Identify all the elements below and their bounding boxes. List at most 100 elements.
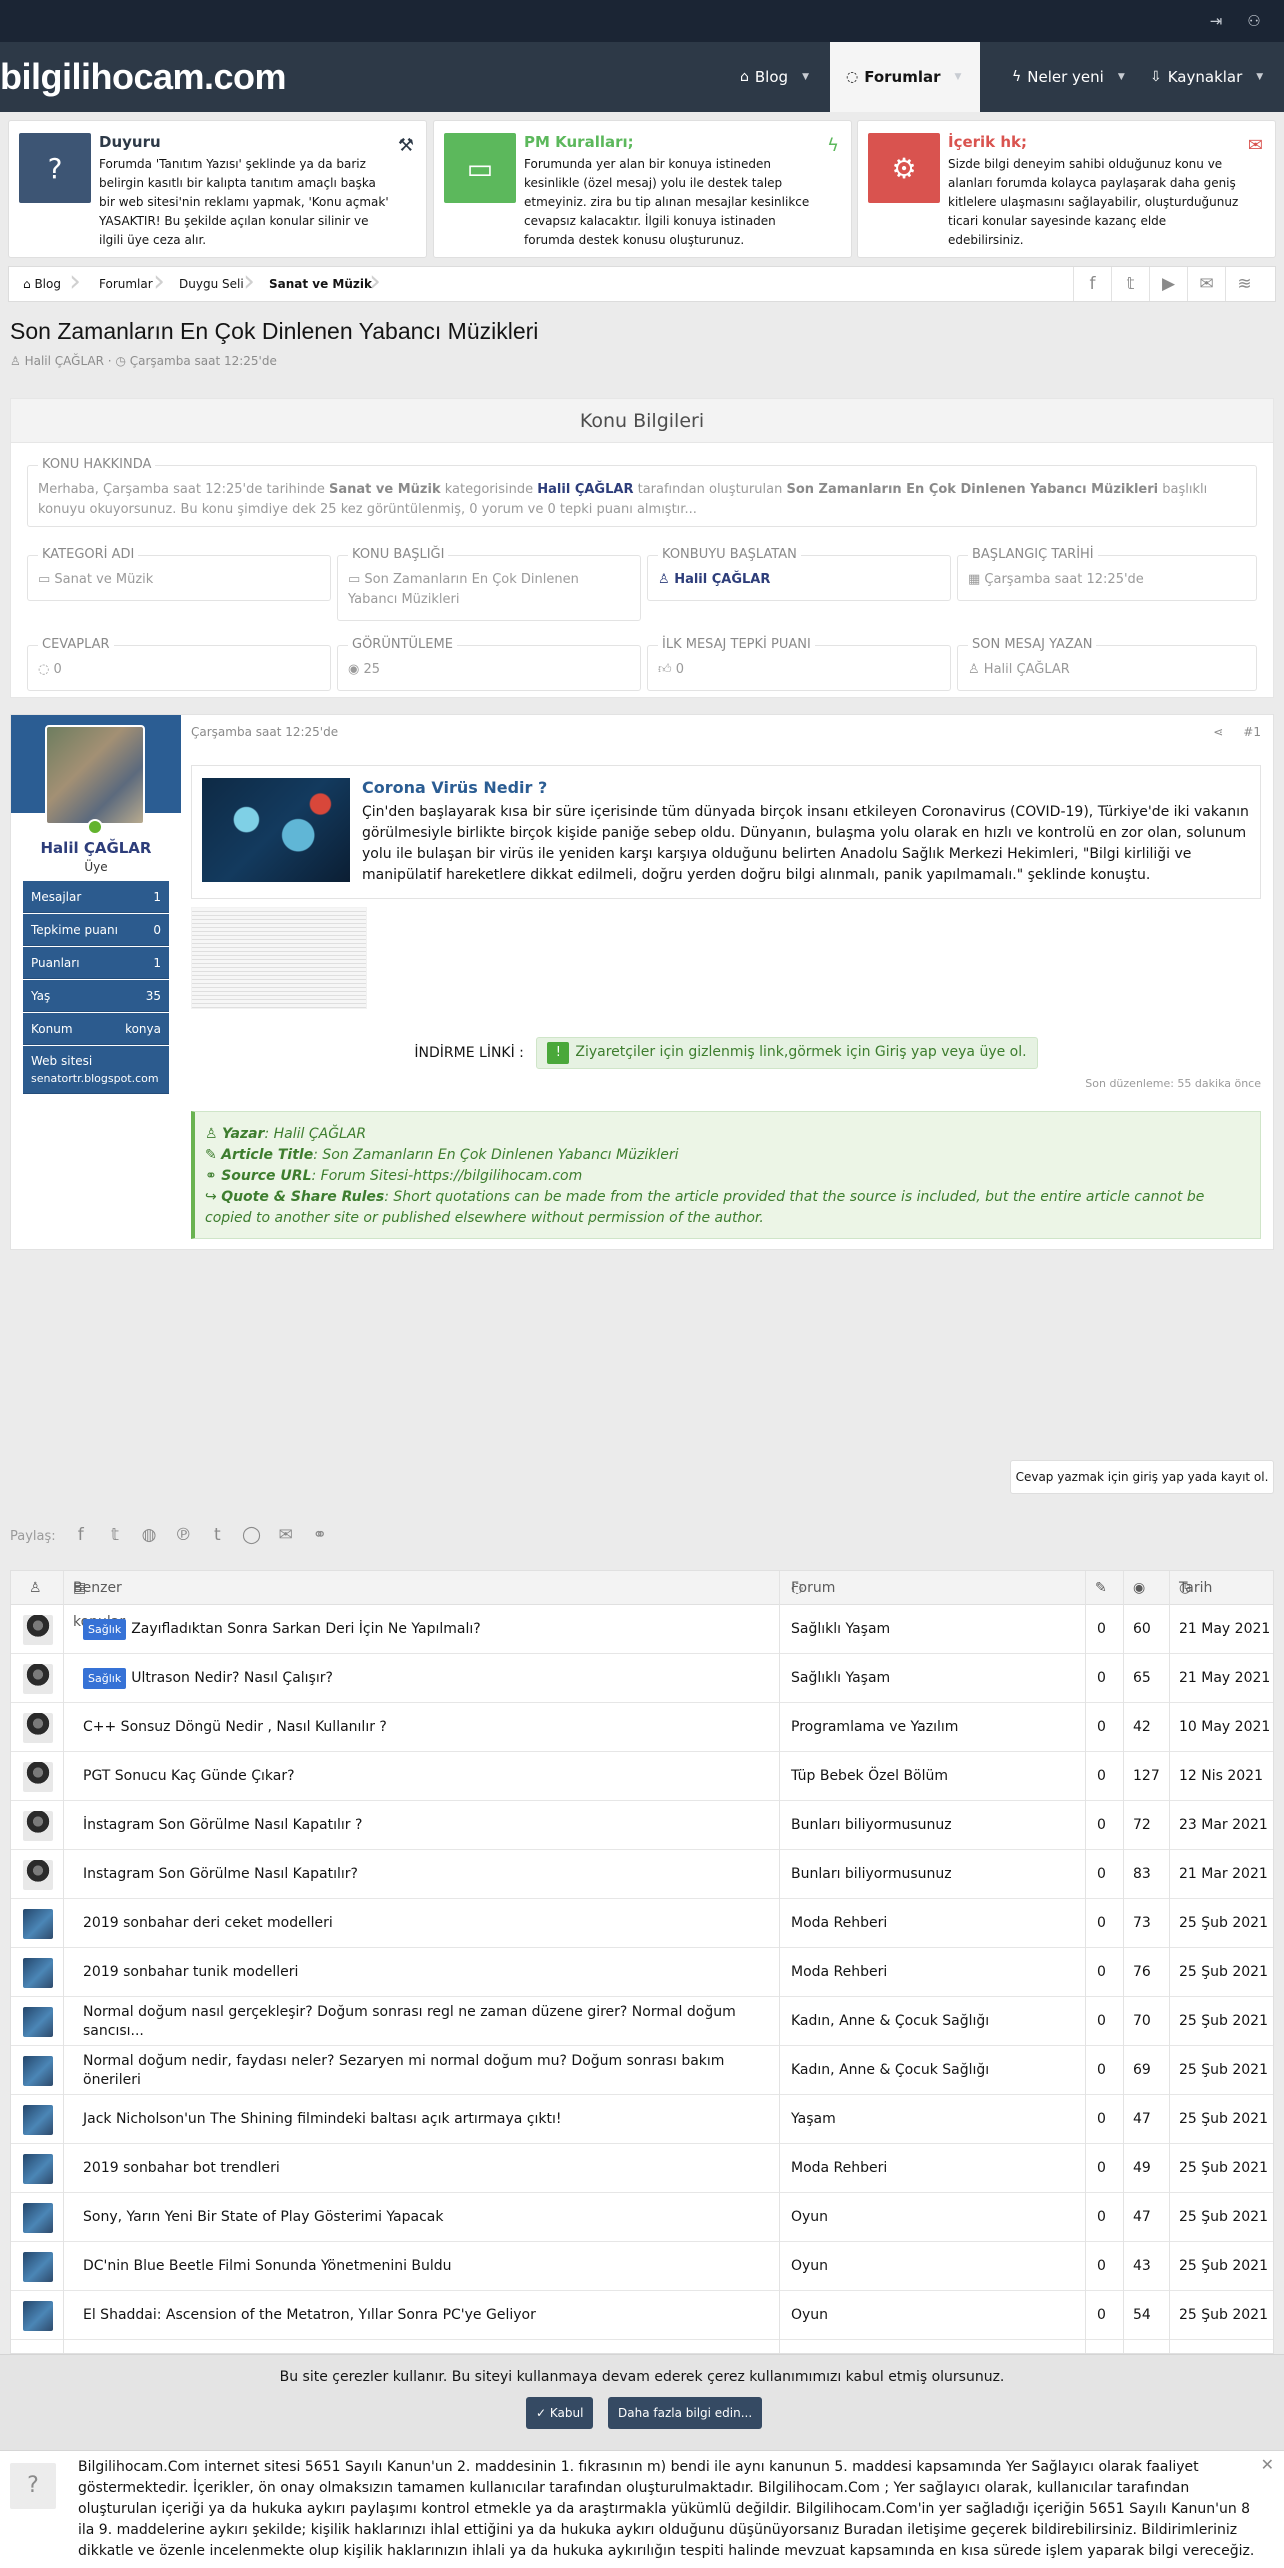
thread-title-cell[interactable]: C++ Sonsuz Döngü Nedir , Nasıl Kullanılı… <box>83 1703 763 1752</box>
date-cell[interactable]: 21 May 2021 <box>1179 1605 1271 1654</box>
tumblr-icon[interactable]: t <box>202 1522 232 1548</box>
article-title[interactable]: Corona Virüs Nedir ? <box>362 778 547 797</box>
date-cell[interactable]: 25 Şub 2021 <box>1179 2046 1271 2095</box>
thread-title[interactable]: 2019 sonbahar bot trendleri <box>83 2160 280 2176</box>
prefix-badge[interactable]: Sağlık <box>83 1619 127 1640</box>
thread-title[interactable]: Normal doğum nasıl gerçekleşir? Doğum so… <box>83 2004 736 2039</box>
avatar[interactable] <box>23 2154 53 2184</box>
date-cell[interactable]: 25 Şub 2021 <box>1179 1997 1271 2046</box>
attachment-thumbnail[interactable] <box>191 907 367 1009</box>
thread-title[interactable]: İnstagram Son Görülme Nasıl Kapatılır ? <box>83 1817 362 1833</box>
nav-tab-forums[interactable]: ◌ Forumlar ▼ <box>830 42 980 112</box>
table-row[interactable]: El Shaddai: Ascension of the Metatron, Y… <box>11 2291 1273 2340</box>
breadcrumb-forums[interactable]: Forumlar <box>99 267 153 301</box>
post-date[interactable]: Çarşamba saat 12:25'de <box>191 725 338 739</box>
table-row[interactable]: Sağlık Ultrason Nedir? Nasıl Çalışır? Sağl… <box>11 1654 1273 1703</box>
avatar[interactable] <box>23 1909 53 1939</box>
avatar[interactable] <box>45 725 145 825</box>
thread-date[interactable]: Çarşamba saat 12:25'de <box>130 354 277 368</box>
thread-title-cell[interactable]: Instagram Son Görülme Nasıl Kapatılır? <box>83 1850 763 1899</box>
avatar[interactable] <box>23 2301 53 2331</box>
close-icon[interactable]: ✕ <box>1261 2455 1274 2474</box>
source-url[interactable]: Forum Sitesi-https://bilgilihocam.com <box>321 1168 583 1184</box>
share-icon[interactable]: ⋖ <box>1213 725 1223 739</box>
hidden-link-box[interactable]: ! Ziyaretçiler için gizlenmiş link,görmek… <box>536 1037 1038 1069</box>
thread-author[interactable]: Halil ÇAĞLAR <box>25 354 104 368</box>
breadcrumb-duygu-seli[interactable]: Duygu Seli <box>179 267 244 301</box>
forum-cell[interactable]: Tüp Bebek Özel Bölüm <box>791 1752 948 1801</box>
date-cell[interactable]: 25 Şub 2021 <box>1179 2144 1271 2193</box>
article-thumbnail[interactable] <box>202 778 350 882</box>
thread-title-cell[interactable]: Sony, Yarın Yeni Bir State of Play Göste… <box>83 2193 763 2242</box>
thread-title[interactable]: Zayıfladıktan Sonra Sarkan Deri İçin Ne … <box>131 1621 480 1637</box>
avatar[interactable] <box>23 1860 53 1890</box>
date-cell[interactable]: 25 Şub 2021 <box>1179 1948 1271 1997</box>
forum-cell[interactable]: Yaşam <box>791 2095 836 2144</box>
table-row[interactable]: 2019 sonbahar bot trendleri Moda Rehberi 0… <box>11 2144 1273 2193</box>
nav-tab-whats-new[interactable]: ϟ Neler yeni ▼ <box>996 42 1141 112</box>
thread-title-cell[interactable]: El Shaddai: Ascension of the Metatron, Y… <box>83 2291 763 2340</box>
facebook-icon[interactable]: f <box>66 1522 96 1548</box>
avatar[interactable] <box>23 1762 53 1792</box>
avatar[interactable] <box>23 2203 53 2233</box>
forum-cell[interactable]: Oyun <box>791 2291 828 2340</box>
table-row[interactable]: Jack Nicholson'un The Shining filmindeki… <box>11 2095 1273 2144</box>
thread-title-cell[interactable]: 2019 sonbahar tunik modelleri <box>83 1948 763 1997</box>
thread-title[interactable]: Ultrason Nedir? Nasıl Çalışır? <box>131 1670 333 1686</box>
thread-title-cell[interactable]: Jack Nicholson'un The Shining filmindeki… <box>83 2095 763 2144</box>
avatar[interactable] <box>23 1958 53 1988</box>
date-cell[interactable]: 25 Şub 2021 <box>1179 2193 1271 2242</box>
date-cell[interactable]: 25 Şub 2021 <box>1179 2291 1271 2340</box>
field-value[interactable]: ▭ Son Zamanların En Çok Dinlenen Yabancı… <box>348 570 628 610</box>
thread-title-cell[interactable]: PGT Sonucu Kaç Günde Çıkar? <box>83 1752 763 1801</box>
forum-cell[interactable]: Programlama ve Yazılım <box>791 1703 958 1752</box>
rss-icon[interactable]: ≋ <box>1225 267 1263 301</box>
avatar[interactable] <box>23 2056 53 2086</box>
prefix-badge[interactable]: Sağlık <box>83 1668 127 1689</box>
date-cell[interactable]: 12 Nis 2021 <box>1179 1752 1271 1801</box>
nav-tab-resources[interactable]: ⇩ Kaynaklar ▼ <box>1134 42 1279 112</box>
date-cell[interactable]: 21 Mar 2021 <box>1179 1850 1271 1899</box>
date-cell[interactable]: 10 May 2021 <box>1179 1703 1271 1752</box>
whatsapp-icon[interactable]: ◯ <box>237 1522 267 1548</box>
login-icon[interactable]: ⇥ <box>1206 11 1226 31</box>
twitter-icon[interactable]: 𝕥 <box>1111 267 1149 301</box>
thread-title-cell[interactable]: DC'nin Blue Beetle Filmi Sonunda Yönetme… <box>83 2242 763 2291</box>
thread-title-cell[interactable]: Normal doğum nedir, faydası neler? Sezar… <box>83 2046 763 2095</box>
forum-cell[interactable]: Bunları biliyormusunuz <box>791 1801 952 1850</box>
thread-title[interactable]: Jack Nicholson'un The Shining filmindeki… <box>83 2111 562 2127</box>
date-cell[interactable]: 25 Şub 2021 <box>1179 2242 1271 2291</box>
nav-tab-blog[interactable]: ⌂ Blog ▼ <box>724 42 825 112</box>
twitter-icon[interactable]: 𝕥 <box>100 1522 130 1548</box>
table-row[interactable]: DC'nin Blue Beetle Filmi Sonunda Yönetme… <box>11 2242 1273 2291</box>
thread-title[interactable]: C++ Sonsuz Döngü Nedir , Nasıl Kullanılı… <box>83 1719 387 1735</box>
date-cell[interactable]: 25 Şub 2021 <box>1179 1899 1271 1948</box>
site-logo[interactable]: bilgilihocam.com <box>0 56 287 98</box>
avatar[interactable] <box>23 1811 53 1841</box>
chevron-down-icon[interactable]: ▼ <box>1256 72 1263 82</box>
avatar[interactable] <box>23 1615 53 1645</box>
forum-cell[interactable]: Sağlıklı Yaşam <box>791 1654 890 1703</box>
pinterest-icon[interactable]: ℗ <box>168 1522 198 1548</box>
thread-title[interactable]: Sony, Yarın Yeni Bir State of Play Göste… <box>83 2209 444 2225</box>
forum-cell[interactable]: Bunları biliyormusunuz <box>791 1850 952 1899</box>
avatar[interactable] <box>23 1713 53 1743</box>
chevron-down-icon[interactable]: ▼ <box>955 72 962 82</box>
post-username[interactable]: Halil ÇAĞLAR <box>11 839 181 857</box>
reddit-icon[interactable]: ◍ <box>134 1522 164 1548</box>
table-row[interactable]: İnstagram Son Görülme Nasıl Kapatılır ? B… <box>11 1801 1273 1850</box>
forum-cell[interactable]: Moda Rehberi <box>791 1948 887 1997</box>
table-row[interactable]: 2019 sonbahar tunik modelleri Moda Rehber… <box>11 1948 1273 1997</box>
about-user[interactable]: Halil ÇAĞLAR <box>537 482 633 497</box>
chevron-down-icon[interactable]: ▼ <box>802 72 809 82</box>
cookie-more-button[interactable]: Daha fazla bilgi edin... <box>608 2397 763 2429</box>
chevron-down-icon[interactable]: ▼ <box>1118 72 1125 82</box>
avatar[interactable] <box>23 1664 53 1694</box>
thread-title[interactable]: El Shaddai: Ascension of the Metatron, Y… <box>83 2307 536 2323</box>
forum-cell[interactable]: Kadın, Anne & Çocuk Sağlığı <box>791 1997 989 2046</box>
thread-title-cell[interactable]: 2019 sonbahar bot trendleri <box>83 2144 763 2193</box>
link-icon[interactable]: ⚭ <box>305 1522 335 1548</box>
forum-cell[interactable]: Moda Rehberi <box>791 1899 887 1948</box>
youtube-icon[interactable]: ▶ <box>1149 267 1187 301</box>
table-row[interactable]: C++ Sonsuz Döngü Nedir , Nasıl Kullanılı… <box>11 1703 1273 1752</box>
